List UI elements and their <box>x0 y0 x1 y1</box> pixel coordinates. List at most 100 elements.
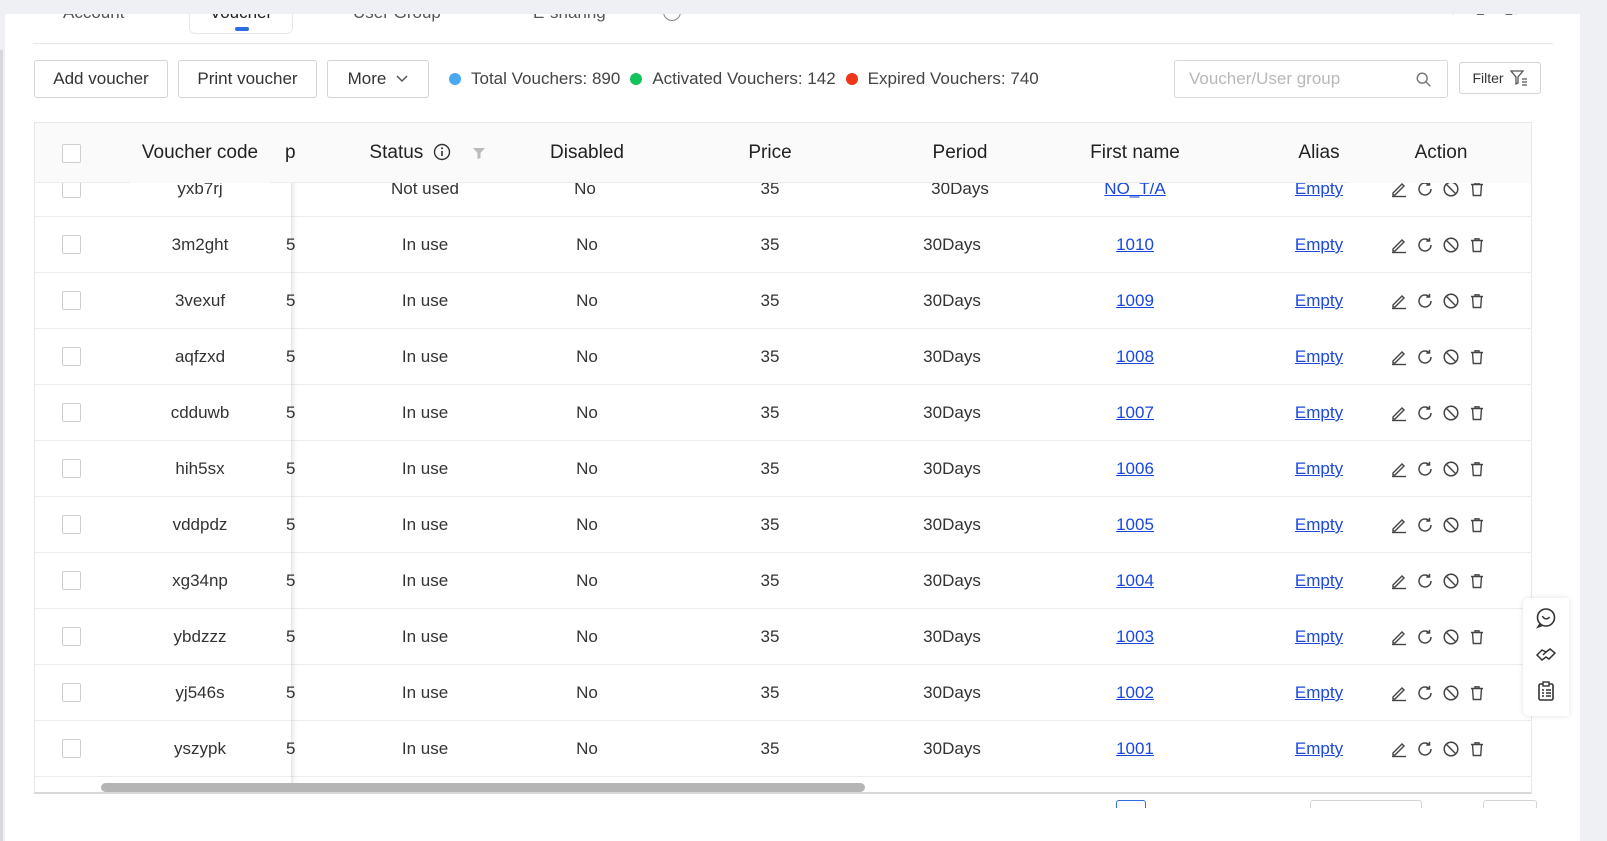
help-icon[interactable] <box>663 14 681 21</box>
edit-icon[interactable] <box>1390 628 1408 646</box>
table-row[interactable]: xg34np 5 In use No 35 30Days 1004 Empty <box>35 553 1531 609</box>
delete-icon[interactable] <box>1468 236 1486 254</box>
row-checkbox[interactable] <box>62 459 81 478</box>
header-alias[interactable]: Alias <box>1285 123 1353 183</box>
alias-link[interactable]: Empty <box>1295 347 1343 366</box>
row-checkbox[interactable] <box>62 683 81 702</box>
disable-icon[interactable] <box>1442 236 1460 254</box>
row-checkbox[interactable] <box>62 571 81 590</box>
horizontal-scrollbar[interactable] <box>101 783 865 792</box>
disable-icon[interactable] <box>1442 348 1460 366</box>
search-icon[interactable] <box>1415 71 1433 89</box>
disable-icon[interactable] <box>1442 572 1460 590</box>
row-checkbox[interactable] <box>62 235 81 254</box>
select-all-checkbox[interactable] <box>62 144 81 163</box>
edit-icon[interactable] <box>1390 236 1408 254</box>
info-icon[interactable] <box>433 143 451 161</box>
layout-icon[interactable] <box>1503 14 1533 18</box>
first-name-link[interactable]: 1002 <box>1116 683 1154 702</box>
export-icon[interactable] <box>1473 14 1493 18</box>
table-row[interactable]: cdduwb 5 In use No 35 30Days 1007 Empty <box>35 385 1531 441</box>
disable-icon[interactable] <box>1442 460 1460 478</box>
edit-icon[interactable] <box>1390 684 1408 702</box>
delete-icon[interactable] <box>1468 348 1486 366</box>
table-row[interactable]: 3vexuf 5 In use No 35 30Days 1009 Empty <box>35 273 1531 329</box>
first-name-link[interactable]: 1004 <box>1116 571 1154 590</box>
first-name-link[interactable]: 1006 <box>1116 459 1154 478</box>
reset-icon[interactable] <box>1416 404 1434 422</box>
edit-icon[interactable] <box>1390 348 1408 366</box>
alias-link[interactable]: Empty <box>1295 683 1343 702</box>
edit-icon[interactable] <box>1390 292 1408 310</box>
pager-page-button[interactable] <box>1116 800 1146 808</box>
header-disabled[interactable]: Disabled <box>535 123 639 183</box>
row-checkbox[interactable] <box>62 403 81 422</box>
table-row[interactable]: 3m2ght 5 In use No 35 30Days 1010 Empty <box>35 217 1531 273</box>
reset-icon[interactable] <box>1416 292 1434 310</box>
header-status[interactable]: Status <box>365 123 455 183</box>
edit-icon[interactable] <box>1390 740 1408 758</box>
tab-account[interactable]: Account <box>63 14 143 34</box>
delete-icon[interactable] <box>1468 740 1486 758</box>
disable-icon[interactable] <box>1442 292 1460 310</box>
alias-link[interactable]: Empty <box>1295 627 1343 646</box>
reset-icon[interactable] <box>1416 628 1434 646</box>
reset-icon[interactable] <box>1416 740 1434 758</box>
filter-button[interactable]: Filter <box>1459 62 1541 94</box>
row-checkbox[interactable] <box>62 291 81 310</box>
delete-icon[interactable] <box>1468 460 1486 478</box>
alias-link[interactable]: Empty <box>1295 235 1343 254</box>
table-row[interactable]: vddpdz 5 In use No 35 30Days 1005 Empty <box>35 497 1531 553</box>
first-name-link[interactable]: 1009 <box>1116 291 1154 310</box>
tab-e-sharing[interactable]: E-sharing <box>533 14 643 34</box>
table-row[interactable]: ybdzzz 5 In use No 35 30Days 1003 Empty <box>35 609 1531 665</box>
more-dropdown-button[interactable]: More <box>327 60 429 98</box>
table-row[interactable]: hih5sx 5 In use No 35 30Days 1006 Empty <box>35 441 1531 497</box>
delete-icon[interactable] <box>1468 404 1486 422</box>
alias-link[interactable]: Empty <box>1295 571 1343 590</box>
handshake-icon[interactable] <box>1535 643 1557 670</box>
chat-icon[interactable] <box>1535 607 1557 634</box>
search-input[interactable] <box>1175 61 1395 97</box>
reset-icon[interactable] <box>1416 516 1434 534</box>
alias-link[interactable]: Empty <box>1295 459 1343 478</box>
disable-icon[interactable] <box>1442 684 1460 702</box>
row-checkbox[interactable] <box>62 347 81 366</box>
first-name-link[interactable]: 1005 <box>1116 515 1154 534</box>
disable-icon[interactable] <box>1442 516 1460 534</box>
delete-icon[interactable] <box>1468 628 1486 646</box>
delete-icon[interactable] <box>1468 516 1486 534</box>
disable-icon[interactable] <box>1442 628 1460 646</box>
pager-size-select[interactable] <box>1310 800 1422 808</box>
first-name-link[interactable]: 1010 <box>1116 235 1154 254</box>
row-checkbox[interactable] <box>62 627 81 646</box>
delete-icon[interactable] <box>1468 572 1486 590</box>
clipboard-icon[interactable] <box>1535 680 1557 707</box>
table-row[interactable]: yj546s 5 In use No 35 30Days 1002 Empty <box>35 665 1531 721</box>
header-period[interactable]: Period <box>905 123 1015 183</box>
edit-icon[interactable] <box>1390 460 1408 478</box>
first-name-link[interactable]: 1008 <box>1116 347 1154 366</box>
disable-icon[interactable] <box>1442 740 1460 758</box>
first-name-link[interactable]: 1007 <box>1116 403 1154 422</box>
pager-jump-input[interactable] <box>1483 800 1537 808</box>
edit-icon[interactable] <box>1390 516 1408 534</box>
reset-icon[interactable] <box>1416 348 1434 366</box>
refresh-icon[interactable] <box>1443 14 1463 18</box>
first-name-link[interactable]: 1003 <box>1116 627 1154 646</box>
alias-link[interactable]: Empty <box>1295 515 1343 534</box>
edit-icon[interactable] <box>1390 404 1408 422</box>
edit-icon[interactable] <box>1390 572 1408 590</box>
row-checkbox[interactable] <box>62 515 81 534</box>
header-price[interactable]: Price <box>725 123 815 183</box>
reset-icon[interactable] <box>1416 572 1434 590</box>
delete-icon[interactable] <box>1468 292 1486 310</box>
header-first-name[interactable]: First name <box>1075 123 1195 183</box>
status-filter-icon[interactable] <box>471 123 487 183</box>
print-voucher-button[interactable]: Print voucher <box>178 60 317 98</box>
table-row[interactable]: yszypk 5 In use No 35 30Days 1001 Empty <box>35 721 1531 777</box>
table-row[interactable]: aqfzxd 5 In use No 35 30Days 1008 Empty <box>35 329 1531 385</box>
add-voucher-button[interactable]: Add voucher <box>34 60 168 98</box>
tab-voucher[interactable]: Voucher <box>189 14 293 34</box>
tab-user-group[interactable]: User Group <box>353 14 453 34</box>
